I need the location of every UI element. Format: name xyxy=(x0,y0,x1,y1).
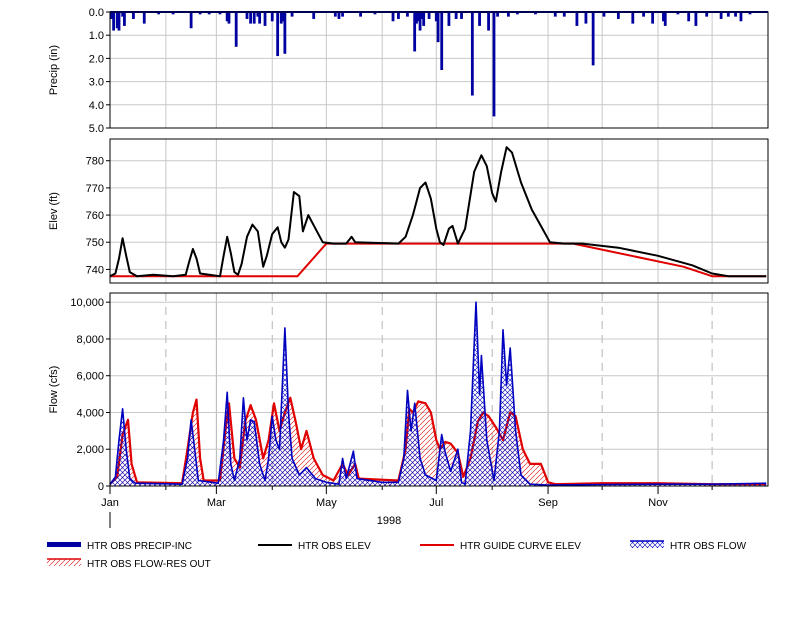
legend-item: HTR OBS FLOW-RES OUT xyxy=(47,558,211,570)
elev-y-axis-label: Elev (ft) xyxy=(48,192,60,230)
precip-bar xyxy=(470,12,474,96)
precip-bar xyxy=(553,12,557,17)
precip-bar xyxy=(616,12,620,19)
precip-bar xyxy=(507,12,510,17)
legend-label: HTR OBS FLOW xyxy=(670,541,747,552)
precip-bar xyxy=(427,12,431,19)
precip-y-tick-label: 1.0 xyxy=(89,30,104,42)
precip-bar xyxy=(290,12,294,17)
x-tick-label: Mar xyxy=(207,497,226,509)
elev-y-tick-label: 750 xyxy=(86,237,104,249)
precip-bar xyxy=(333,12,337,17)
x-year-label: 1998 xyxy=(377,515,401,527)
precip-bar xyxy=(496,12,499,17)
precip-y-tick-label: 2.0 xyxy=(89,53,104,65)
precip-bar xyxy=(454,12,458,19)
precip-bar xyxy=(734,12,737,17)
x-tick-label: Sep xyxy=(538,497,558,509)
x-tick-label: Jan xyxy=(101,497,119,509)
precip-bar xyxy=(406,12,409,17)
precip-y-tick-label: 0.0 xyxy=(89,7,104,19)
precip-bar xyxy=(436,12,440,43)
x-tick-label: Jul xyxy=(429,497,443,509)
precip-bar xyxy=(263,12,267,26)
legend-label: HTR GUIDE CURVE ELEV xyxy=(460,541,581,552)
precip-bar xyxy=(478,12,481,26)
precip-bar xyxy=(562,12,566,17)
precip-bar xyxy=(245,12,249,19)
precip-bar xyxy=(112,12,116,31)
precip-bar xyxy=(397,12,400,19)
precip-bar xyxy=(142,12,146,24)
flow-y-tick-label: 8,000 xyxy=(76,334,104,346)
x-tick-label: May xyxy=(316,497,337,509)
precip-bar xyxy=(117,12,121,31)
precip-bar xyxy=(719,12,723,19)
precip-bar xyxy=(726,12,730,17)
precip-bar xyxy=(575,12,579,26)
precip-bar xyxy=(337,12,341,19)
legend-item: HTR GUIDE CURVE ELEV xyxy=(420,541,581,552)
legend-label: HTR OBS ELEV xyxy=(298,541,371,552)
precip-bar xyxy=(492,12,496,117)
legend-label: HTR OBS FLOW-RES OUT xyxy=(87,559,211,570)
precip-bar xyxy=(602,12,606,17)
precip-bar xyxy=(227,12,231,24)
precip-bar xyxy=(591,12,595,66)
x-tick-label: Nov xyxy=(648,497,668,509)
precip-bar xyxy=(258,12,262,24)
precip-bar xyxy=(631,12,635,24)
precip-bar xyxy=(123,12,126,26)
precip-bar xyxy=(663,12,667,26)
flow-y-tick-label: 0 xyxy=(98,481,104,493)
precip-bar xyxy=(651,12,655,24)
precip-bar xyxy=(694,12,698,26)
legend-swatch xyxy=(47,559,81,566)
precip-bar xyxy=(283,12,287,54)
precip-bar xyxy=(249,12,253,24)
elev-y-tick-label: 770 xyxy=(86,183,104,195)
hydrograph-chart: 0.0 1.0 2.0 3.0 4.0 5.0 Precip (in) 740 750 760 77… xyxy=(47,7,769,570)
precip-y-tick-label: 3.0 xyxy=(89,77,104,89)
precip-bar xyxy=(447,12,451,26)
precip-y-axis-label: Precip (in) xyxy=(48,45,60,95)
precip-bar xyxy=(359,12,362,17)
precip-bar xyxy=(341,12,344,17)
precip-bar xyxy=(189,12,193,29)
precip-y-tick-label: 5.0 xyxy=(89,123,104,135)
precip-bar xyxy=(391,12,395,22)
precip-bar xyxy=(440,12,444,70)
precip-bar xyxy=(422,12,426,26)
precip-bar xyxy=(312,12,316,19)
flow-y-tick-label: 4,000 xyxy=(76,407,104,419)
precip-bar xyxy=(252,12,256,24)
precip-bar xyxy=(132,12,135,19)
precip-y-tick-label: 4.0 xyxy=(89,100,104,112)
legend-swatch xyxy=(630,541,664,548)
precip-bar xyxy=(460,12,463,19)
elev-y-tick-label: 760 xyxy=(86,210,104,222)
legend-label: HTR OBS PRECIP-INC xyxy=(87,541,192,552)
precip-bar xyxy=(487,12,490,31)
precip-bar xyxy=(234,12,238,47)
legend-swatch xyxy=(47,542,81,547)
elev-y-tick-label: 740 xyxy=(86,264,104,276)
flow-y-tick-label: 10,000 xyxy=(70,297,104,309)
elev-y-tick-label: 780 xyxy=(86,156,104,168)
precip-bar xyxy=(705,12,709,17)
precip-bar xyxy=(584,12,588,24)
precip-bar xyxy=(642,12,646,17)
flow-y-tick-label: 2,000 xyxy=(76,444,104,456)
precip-bar xyxy=(687,12,691,22)
flow-y-axis-label: Flow (cfs) xyxy=(48,366,60,414)
legend-item: HTR OBS ELEV xyxy=(258,541,371,552)
precip-bar xyxy=(270,12,274,22)
flow-y-tick-label: 6,000 xyxy=(76,371,104,383)
precip-bar xyxy=(276,12,280,57)
legend-item: HTR OBS PRECIP-INC xyxy=(47,541,192,552)
legend-item: HTR OBS FLOW xyxy=(630,540,747,552)
precip-bar xyxy=(739,12,743,22)
